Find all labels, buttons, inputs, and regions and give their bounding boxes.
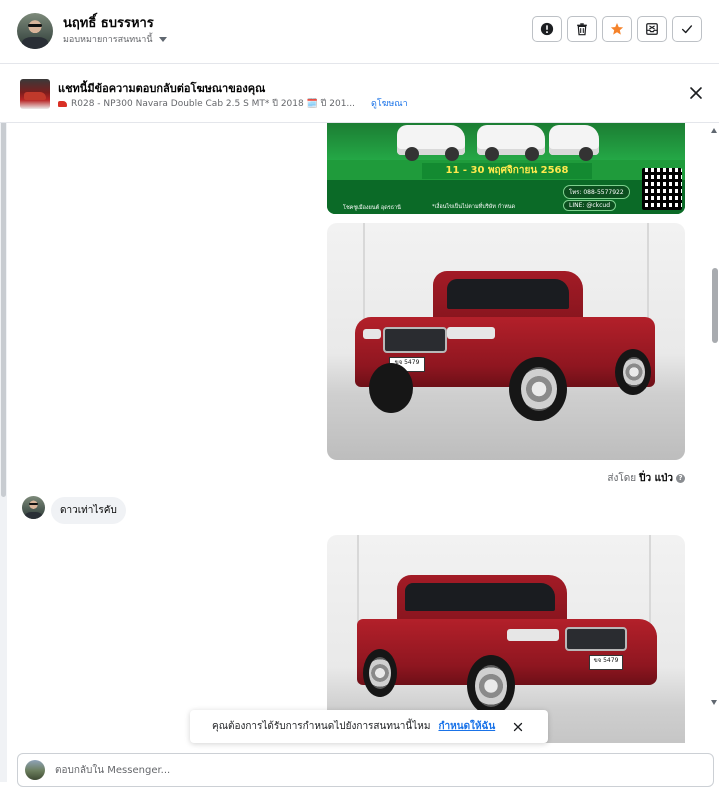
chrome-rim	[623, 357, 645, 387]
message-thread[interactable]: 11 - 30 พฤศจิกายน 2568 โทร: 088-5577922 …	[7, 123, 704, 743]
checkmark-icon	[681, 25, 693, 34]
avatar-sunglasses	[27, 23, 43, 28]
vehicle-photo-front[interactable]: ขจ 5479	[327, 223, 685, 460]
white-truck-left	[397, 125, 465, 161]
assign-prompt-toast: คุณต้องการได้รับการกำหนดไปยังการสนทนานี้…	[190, 710, 548, 743]
ad-context-banner: แชทนี้มีข้อความตอบกลับต่อโฆษณาของคุณ R02…	[0, 64, 719, 123]
promo-footnote: *เงื่อนไขเป็นไปตามที่บริษัท กำหนด	[432, 204, 516, 210]
ad-context-subtitle-row: R028 - NP300 Navara Double Cab 2.5 S MT*…	[58, 96, 408, 110]
delete-button[interactable]	[567, 16, 597, 42]
mark-done-button[interactable]	[672, 16, 702, 42]
contact-name[interactable]: นฤทธิ์ ธบรรหาร	[63, 12, 154, 33]
truck-grille	[383, 327, 447, 353]
white-truck-middle	[477, 125, 545, 161]
mark-spam-button[interactable]	[532, 16, 562, 42]
headlight	[447, 327, 495, 339]
tire	[369, 363, 413, 413]
assign-to-me-link[interactable]: กำหนดให้ฉัน	[438, 719, 495, 734]
star-button[interactable]	[602, 16, 632, 42]
chrome-rim	[475, 665, 507, 707]
left-panel-edge	[0, 63, 7, 782]
reply-input[interactable]	[53, 763, 713, 777]
close-banner-icon[interactable]	[689, 86, 703, 100]
sent-by-name: ปิ่ว แป่ว	[639, 473, 673, 484]
scroll-down-arrow-icon[interactable]	[711, 700, 717, 705]
headlight	[363, 329, 381, 339]
wheel	[405, 147, 419, 161]
wheel	[525, 147, 539, 161]
assign-prompt-message: คุณต้องการได้รับการกำหนดไปยังการสนทนานี้…	[212, 721, 431, 732]
ad-thumbnail[interactable]	[20, 79, 50, 109]
wheel	[579, 147, 593, 161]
headlight	[507, 629, 559, 641]
truck-grille	[565, 627, 627, 651]
page-avatar	[25, 760, 45, 780]
view-ad-link[interactable]: ดูโฆษณา	[371, 96, 408, 110]
close-toast-icon[interactable]	[513, 722, 523, 732]
question-mark-icon[interactable]: ?	[676, 474, 685, 483]
wheel	[445, 147, 459, 161]
caret-down-icon	[158, 36, 167, 42]
sender-avatar[interactable]	[22, 496, 45, 519]
scrollbar-thumb[interactable]	[712, 268, 718, 343]
red-pickup-truck-side: ขจ 5479	[357, 575, 657, 725]
promo-ad-image[interactable]: 11 - 30 พฤศจิกายน 2568 โทร: 088-5577922 …	[327, 123, 685, 214]
license-plate: ขจ 5479	[589, 655, 623, 670]
assign-label: มอบหมายการสนทนานี้	[63, 35, 153, 45]
wheel	[485, 147, 499, 161]
qr-code-icon	[642, 168, 682, 210]
white-truck-right	[549, 125, 599, 161]
red-car-icon	[58, 101, 67, 107]
promo-dealer: โชคชูเมืองยนต์ อุดรธานี	[343, 205, 401, 211]
avatar-shirt	[25, 511, 42, 519]
assign-conversation-dropdown[interactable]: มอบหมายการสนทนานี้	[63, 32, 167, 46]
chrome-rim	[521, 367, 557, 411]
trash-icon	[577, 23, 587, 36]
scroll-up-arrow-icon[interactable]	[711, 128, 717, 133]
avatar-sunglasses	[28, 502, 39, 505]
archive-button[interactable]	[637, 16, 667, 42]
red-pickup-truck-front: ขจ 5479	[355, 271, 660, 431]
left-scrollbar-thumb[interactable]	[1, 87, 6, 497]
archive-box-icon	[646, 23, 658, 35]
conversation-toolbar	[532, 16, 702, 42]
sent-by-meta: ส่งโดย ปิ่ว แป่ว ?	[607, 471, 685, 486]
thread-scrollbar[interactable]	[709, 123, 719, 713]
star-icon	[610, 23, 624, 35]
ad-context-title: แชทนี้มีข้อความตอบกลับต่อโฆษณาของคุณ	[58, 82, 266, 95]
chrome-rim	[369, 657, 391, 689]
promo-phone: โทร: 088-5577922	[563, 185, 630, 199]
contact-avatar[interactable]	[17, 13, 53, 49]
avatar-shirt	[22, 37, 48, 49]
incoming-message-bubble[interactable]: ดาวเท่าไรคับ	[51, 497, 126, 524]
conversation-header: นฤทธิ์ ธบรรหาร มอบหมายการสนทนานี้	[0, 0, 719, 64]
ad-context-subtitle: R028 - NP300 Navara Double Cab 2.5 S MT*…	[71, 99, 356, 109]
promo-date: 11 - 30 พฤศจิกายน 2568	[422, 163, 592, 179]
sent-by-label: ส่งโดย	[607, 473, 637, 484]
ad-thumbnail-car	[24, 92, 46, 100]
truck-windows	[447, 279, 569, 309]
promo-line: LINE: @ckcud	[563, 200, 617, 211]
truck-windows	[405, 583, 555, 611]
exclamation-circle-icon	[540, 22, 554, 36]
